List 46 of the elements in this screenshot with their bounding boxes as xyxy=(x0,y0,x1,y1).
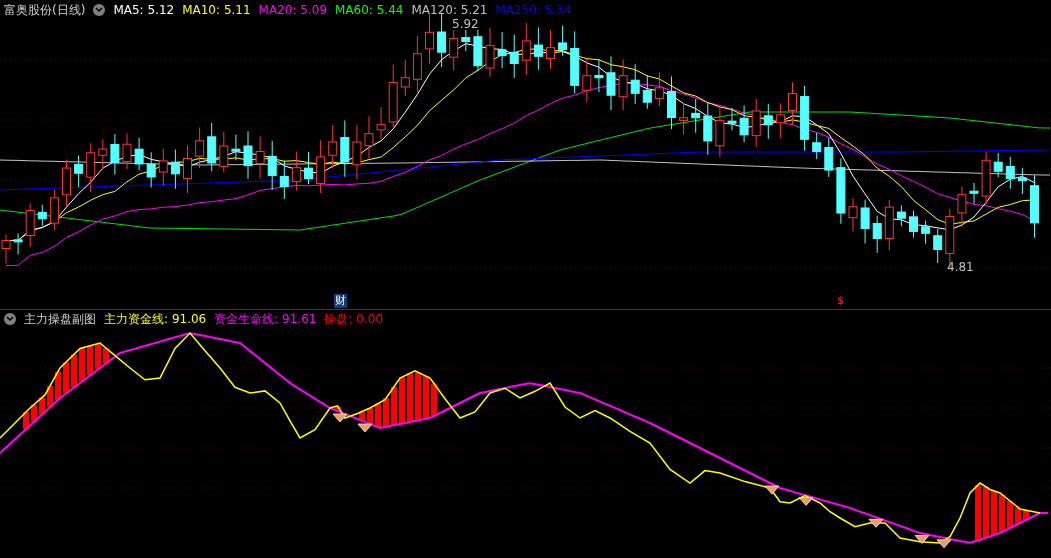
chart-title: 主力操盘副图 xyxy=(24,311,96,328)
indicator-reading: MA60: 5.44 xyxy=(335,2,404,19)
histogram-bar xyxy=(391,386,397,426)
indicator-reading: 主力资金线: 91.06 xyxy=(104,311,207,328)
event-marker[interactable]: 财 xyxy=(334,294,347,308)
histogram-bar xyxy=(39,397,45,415)
indicator-reading: MA20: 5.09 xyxy=(258,2,327,19)
histogram-bar xyxy=(63,362,69,394)
indicator-reading: MA5: 5.12 xyxy=(113,2,175,19)
histogram-bar xyxy=(1023,510,1029,520)
histogram-bar xyxy=(1007,501,1013,528)
histogram-bar xyxy=(103,348,109,364)
histogram-bar xyxy=(999,494,1005,532)
event-marker[interactable]: $ xyxy=(836,294,845,308)
histogram-bar xyxy=(367,408,373,424)
histogram-bar xyxy=(375,403,381,428)
histogram-bar xyxy=(359,411,365,421)
histogram-bar xyxy=(31,404,37,422)
histogram-bar xyxy=(991,490,997,535)
dropdown-icon[interactable] xyxy=(4,313,16,325)
histogram-bar xyxy=(431,383,437,416)
histogram-bar xyxy=(95,343,101,370)
histogram-bar xyxy=(47,385,53,408)
histogram-bar xyxy=(415,372,421,421)
indicator-reading: 资金生命线: 91.61 xyxy=(214,311,317,328)
indicator-reading: MA250: 5.34 xyxy=(495,2,572,19)
high-price-label: 5.92 xyxy=(452,18,479,30)
histogram-bar xyxy=(55,371,61,400)
indicator-reading: 操盘: 0.00 xyxy=(324,311,384,328)
indicator-reading: MA120: 5.21 xyxy=(411,2,488,19)
dropdown-icon[interactable] xyxy=(93,4,106,16)
histogram-bar xyxy=(23,412,29,430)
histogram-bar xyxy=(399,377,405,424)
indicator-reading: MA10: 5.11 xyxy=(182,2,251,19)
chart-title: 富奥股份(日线) xyxy=(4,2,86,19)
histogram-bar xyxy=(975,485,981,541)
histogram-bar xyxy=(407,373,413,422)
histogram-bar xyxy=(335,406,341,412)
histogram-bar xyxy=(79,347,85,382)
histogram-bar xyxy=(1015,507,1021,524)
histogram-bar xyxy=(71,354,77,388)
histogram-bar xyxy=(983,486,989,538)
histogram-bar xyxy=(87,345,93,376)
low-price-label: 4.81 xyxy=(947,261,974,273)
histogram-bar xyxy=(423,376,429,419)
histogram-bar xyxy=(383,398,389,427)
